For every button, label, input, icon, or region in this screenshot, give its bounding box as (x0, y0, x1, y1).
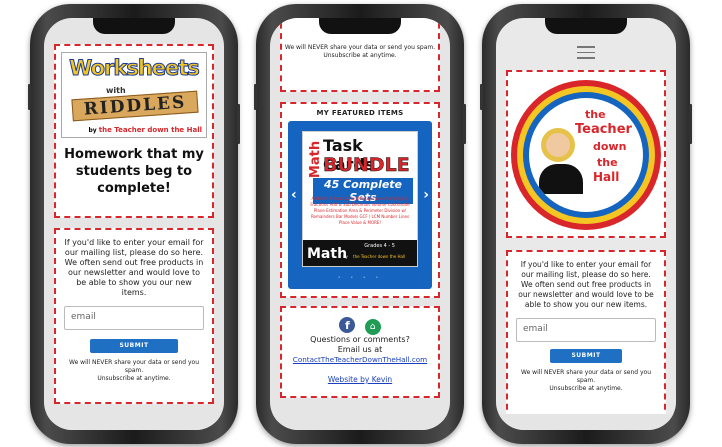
volume-button (254, 84, 257, 110)
bottom-bar (44, 414, 224, 430)
privacy-note: We will NEVER share your data or send yo… (284, 44, 436, 51)
product-card-image[interactable]: Math Task Cards BUNDLE 45 Complete Sets … (302, 131, 418, 267)
teacher-body (539, 164, 583, 194)
phone-notch (93, 18, 175, 34)
phone-notch (545, 18, 627, 34)
logo-word: down (593, 140, 627, 153)
email-input[interactable]: email (64, 306, 204, 330)
volume-button (480, 84, 483, 110)
hamburger-menu-icon[interactable] (577, 46, 595, 59)
logo-word: Teacher (575, 122, 632, 137)
signup-card: If you'd like to enter your email for ou… (506, 250, 666, 420)
logo-card: Worksheets with RIDDLES by the Teacher d… (54, 44, 214, 218)
submit-button[interactable]: SUBMIT (90, 339, 178, 353)
product-brand: the Teacher down the Hall (353, 254, 406, 259)
phone-screen: Worksheets with RIDDLES by the Teacher d… (44, 18, 224, 430)
product-bottom-math: Math (307, 246, 348, 262)
carousel-prev-icon[interactable]: ‹ (291, 187, 297, 203)
headline: Homework that my students beg to complet… (64, 147, 204, 196)
logo-word-riddles: RIDDLES (71, 90, 199, 122)
power-button (689, 104, 692, 144)
unsubscribe-note: Unsubscribe at anytime. (323, 52, 397, 59)
featured-carousel[interactable]: Math Task Cards BUNDLE 45 Complete Sets … (288, 121, 432, 289)
product-by: by (343, 254, 348, 259)
teacher-avatar (541, 128, 575, 162)
product-grades: Grades 4 - 5 (364, 243, 395, 249)
phone-screen: the Teacher down the Hall If you'd like … (496, 18, 676, 430)
carousel-dots[interactable]: • • • • (288, 275, 432, 281)
logo-word: the (585, 108, 606, 121)
unsubscribe-note: Unsubscribe at anytime. (97, 375, 171, 382)
volume-button (28, 84, 31, 110)
signup-text: If you'd like to enter your email for ou… (64, 238, 204, 297)
phone-mockup-3: the Teacher down the Hall If you'd like … (480, 4, 692, 444)
signup-text: If you'd like to enter your email for ou… (518, 260, 654, 309)
featured-items-card: MY FEATURED ITEMS Math Task Cards BUNDLE… (280, 102, 440, 298)
phone-mockup-2: We will NEVER share your data or send yo… (254, 4, 466, 444)
teacher-down-the-hall-logo: the Teacher down the Hall (511, 80, 661, 230)
logo-by: by (88, 127, 97, 134)
contact-question: Questions or comments? (310, 335, 410, 344)
logo-word: Hall (593, 170, 620, 184)
submit-button[interactable]: SUBMIT (550, 349, 622, 363)
contact-email-link[interactable]: ContactTheTeacherDownTheHall.com (282, 355, 438, 365)
power-button (237, 104, 240, 144)
website-credit-link[interactable]: Website by Kevin (282, 375, 438, 385)
product-topics: Addition & Subtraction Multiplication Si… (310, 196, 410, 225)
product-line2: BUNDLE (323, 154, 410, 177)
unsubscribe-note: Unsubscribe at anytime. (549, 385, 623, 392)
logo-word-worksheets: Worksheets (69, 56, 201, 81)
power-button (463, 104, 466, 144)
logo-brand: the Teacher down the Hall (98, 126, 202, 134)
signup-card: If you'd like to enter your email for ou… (54, 228, 214, 404)
phone-mockup-1: Worksheets with RIDDLES by the Teacher d… (28, 4, 240, 444)
privacy-note: We will NEVER share your data or send yo… (520, 369, 651, 384)
featured-title: MY FEATURED ITEMS (316, 109, 404, 117)
logo-word-with: with (106, 86, 126, 95)
carousel-next-icon[interactable]: › (423, 187, 429, 203)
facebook-icon[interactable]: f (339, 317, 356, 333)
contact-card: f ⌂ Questions or comments? Email us at C… (280, 306, 440, 398)
product-footer: Math Grades 4 - 5 by the Teacher down th… (303, 240, 417, 266)
logo-word: the (597, 156, 618, 169)
contact-email-label: Email us at (337, 345, 383, 354)
product-math-side: Math (308, 140, 324, 179)
worksheets-with-riddles-logo: Worksheets with RIDDLES by the Teacher d… (61, 52, 207, 138)
social-icons: f ⌂ (282, 314, 438, 335)
phone-screen: We will NEVER share your data or send yo… (270, 18, 450, 430)
logo-byline: by the Teacher down the Hall (88, 126, 202, 134)
bottom-bar (270, 414, 450, 430)
bottom-bar (496, 414, 676, 430)
email-input[interactable]: email (516, 318, 656, 342)
phone-notch (319, 18, 401, 34)
brand-logo-card: the Teacher down the Hall (506, 70, 666, 238)
tpt-store-icon[interactable]: ⌂ (364, 319, 381, 335)
privacy-note: We will NEVER share your data or send yo… (68, 359, 199, 374)
